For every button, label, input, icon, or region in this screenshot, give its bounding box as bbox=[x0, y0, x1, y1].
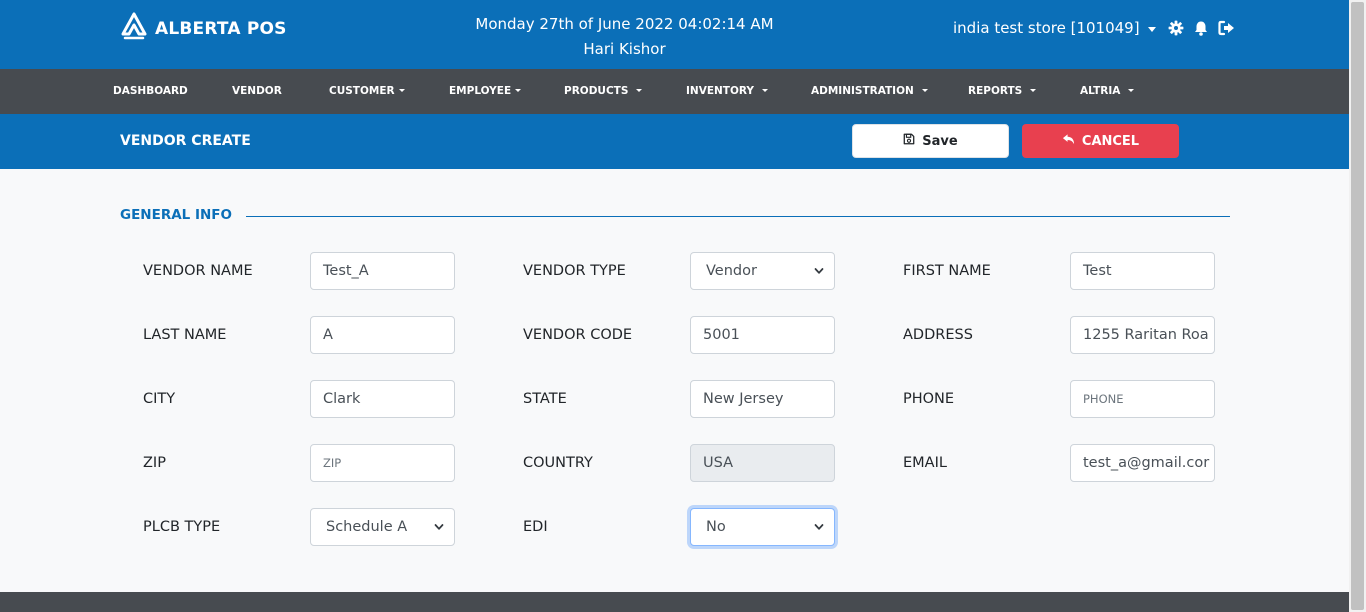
chevron-down-icon bbox=[1128, 89, 1135, 92]
phone-input[interactable]: PHONE bbox=[1070, 380, 1215, 418]
chevron-down-icon bbox=[814, 524, 824, 530]
phone-label: PHONE bbox=[903, 391, 955, 407]
chevron-down-icon[interactable] bbox=[1147, 26, 1156, 32]
zip-label: ZIP bbox=[143, 455, 166, 471]
plcb-type-select[interactable]: Schedule A bbox=[310, 508, 455, 546]
save-button[interactable]: Save bbox=[852, 124, 1009, 158]
chevron-down-icon bbox=[814, 268, 824, 274]
nav-customer[interactable]: CUSTOMER bbox=[329, 69, 405, 114]
chevron-down-icon bbox=[398, 89, 405, 92]
nav-inventory[interactable]: INVENTORY bbox=[686, 69, 768, 114]
gear-icon[interactable] bbox=[1168, 20, 1185, 37]
chevron-down-icon bbox=[636, 89, 643, 92]
first-name-input[interactable]: Test bbox=[1070, 252, 1215, 290]
vendor-code-label: VENDOR CODE bbox=[523, 327, 633, 343]
city-label: CITY bbox=[143, 391, 176, 407]
top-bar: ALBERTA POS Monday 27th of June 2022 04:… bbox=[0, 0, 1349, 69]
state-input[interactable]: New Jersey bbox=[690, 380, 835, 418]
scrollbar-thumb[interactable] bbox=[1351, 2, 1364, 610]
store-selector[interactable]: india test store [101049] bbox=[953, 19, 1140, 37]
vendor-type-select[interactable]: Vendor bbox=[690, 252, 835, 290]
vendor-code-input[interactable]: 5001 bbox=[690, 316, 835, 354]
email-label: EMAIL bbox=[903, 455, 947, 471]
address-label: ADDRESS bbox=[903, 327, 973, 343]
nav-employee[interactable]: EMPLOYEE bbox=[449, 69, 522, 114]
logout-icon[interactable] bbox=[1217, 20, 1235, 37]
chevron-down-icon bbox=[434, 524, 444, 530]
section-title: GENERAL INFO bbox=[120, 207, 232, 223]
nav-altria[interactable]: ALTRIA bbox=[1080, 69, 1135, 114]
nav-products[interactable]: PRODUCTS bbox=[564, 69, 643, 114]
vendor-name-label: VENDOR NAME bbox=[143, 263, 253, 279]
current-user: Hari Kishor bbox=[583, 40, 666, 58]
nav-vendor[interactable]: VENDOR bbox=[232, 69, 282, 114]
floppy-disk-icon bbox=[903, 133, 922, 149]
country-input: USA bbox=[690, 444, 835, 482]
zip-input[interactable]: ZIP bbox=[310, 444, 455, 482]
edi-label: EDI bbox=[523, 519, 548, 535]
last-name-label: LAST NAME bbox=[143, 327, 227, 343]
vendor-name-input[interactable]: Test_A bbox=[310, 252, 455, 290]
chevron-down-icon bbox=[1030, 89, 1037, 92]
state-label: STATE bbox=[523, 391, 567, 407]
address-input[interactable]: 1255 Raritan Roa bbox=[1070, 316, 1215, 354]
vendor-type-label: VENDOR TYPE bbox=[523, 263, 626, 279]
main-nav: DASHBOARD VENDOR CUSTOMER EMPLOYEE PRODU… bbox=[0, 69, 1349, 114]
nav-dashboard[interactable]: DASHBOARD bbox=[113, 69, 188, 114]
cancel-label: CANCEL bbox=[1081, 133, 1140, 149]
cancel-button[interactable]: CANCEL bbox=[1022, 124, 1179, 158]
section-divider bbox=[246, 216, 1230, 217]
store-menu: india test store [101049] bbox=[953, 19, 1235, 37]
footer bbox=[0, 592, 1349, 612]
page-header: VENDOR CREATE Save CANCEL bbox=[0, 114, 1349, 169]
last-name-input[interactable]: A bbox=[310, 316, 455, 354]
bell-icon[interactable] bbox=[1193, 20, 1210, 37]
plcb-type-label: PLCB TYPE bbox=[143, 519, 221, 535]
first-name-label: FIRST NAME bbox=[903, 263, 991, 279]
nav-reports[interactable]: REPORTS bbox=[968, 69, 1037, 114]
country-label: COUNTRY bbox=[523, 455, 593, 471]
page-scrollbar[interactable] bbox=[1349, 0, 1366, 612]
city-input[interactable]: Clark bbox=[310, 380, 455, 418]
chevron-down-icon bbox=[761, 89, 768, 92]
edi-select[interactable]: No bbox=[690, 508, 835, 546]
nav-administration[interactable]: ADMINISTRATION bbox=[811, 69, 928, 114]
chevron-down-icon bbox=[921, 89, 928, 92]
chevron-down-icon bbox=[515, 89, 522, 92]
page-title: VENDOR CREATE bbox=[120, 133, 251, 149]
save-label: Save bbox=[922, 133, 958, 149]
undo-arrow-icon bbox=[1062, 133, 1082, 150]
email-input[interactable]: test_a@gmail.cor bbox=[1070, 444, 1215, 482]
